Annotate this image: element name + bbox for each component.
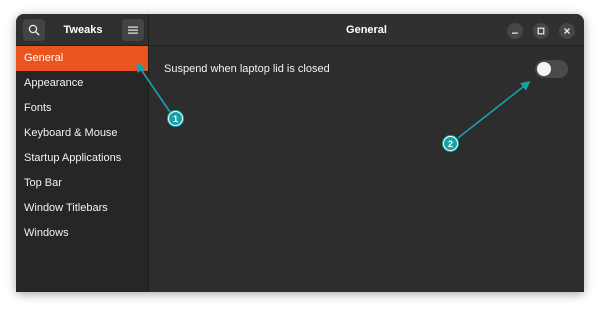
sidebar-item-window-titlebars[interactable]: Window Titlebars bbox=[16, 196, 148, 221]
close-icon bbox=[564, 28, 570, 34]
sidebar-item-startup-applications[interactable]: Startup Applications bbox=[16, 146, 148, 171]
sidebar-item-appearance[interactable]: Appearance bbox=[16, 71, 148, 96]
close-button[interactable] bbox=[559, 23, 575, 39]
menu-button[interactable] bbox=[122, 19, 144, 41]
sidebar-item-general[interactable]: General bbox=[16, 46, 148, 71]
tweaks-window: Tweaks General General Appearance Fonts … bbox=[16, 14, 584, 292]
annotation-badge-1: 1 bbox=[168, 111, 183, 126]
minimize-button[interactable] bbox=[507, 23, 523, 39]
search-icon bbox=[28, 24, 40, 36]
app-title: Tweaks bbox=[63, 24, 103, 36]
suspend-lid-toggle[interactable] bbox=[535, 60, 568, 78]
maximize-icon bbox=[537, 27, 545, 35]
sidebar-item-windows[interactable]: Windows bbox=[16, 221, 148, 246]
sidebar-item-keyboard-mouse[interactable]: Keyboard & Mouse bbox=[16, 121, 148, 146]
header-bar: Tweaks General bbox=[16, 14, 584, 46]
annotation-badge-2: 2 bbox=[443, 136, 458, 151]
search-button[interactable] bbox=[23, 19, 45, 41]
sidebar: General Appearance Fonts Keyboard & Mous… bbox=[16, 46, 149, 292]
sidebar-header: Tweaks bbox=[16, 14, 149, 46]
suspend-lid-label: Suspend when laptop lid is closed bbox=[164, 63, 330, 75]
sidebar-item-top-bar[interactable]: Top Bar bbox=[16, 171, 148, 196]
toggle-knob bbox=[537, 62, 551, 76]
main-content: Suspend when laptop lid is closed bbox=[149, 46, 584, 292]
sidebar-item-fonts[interactable]: Fonts bbox=[16, 96, 148, 121]
minimize-icon bbox=[512, 32, 518, 34]
hamburger-menu-icon bbox=[128, 26, 138, 34]
maximize-button[interactable] bbox=[533, 23, 549, 39]
